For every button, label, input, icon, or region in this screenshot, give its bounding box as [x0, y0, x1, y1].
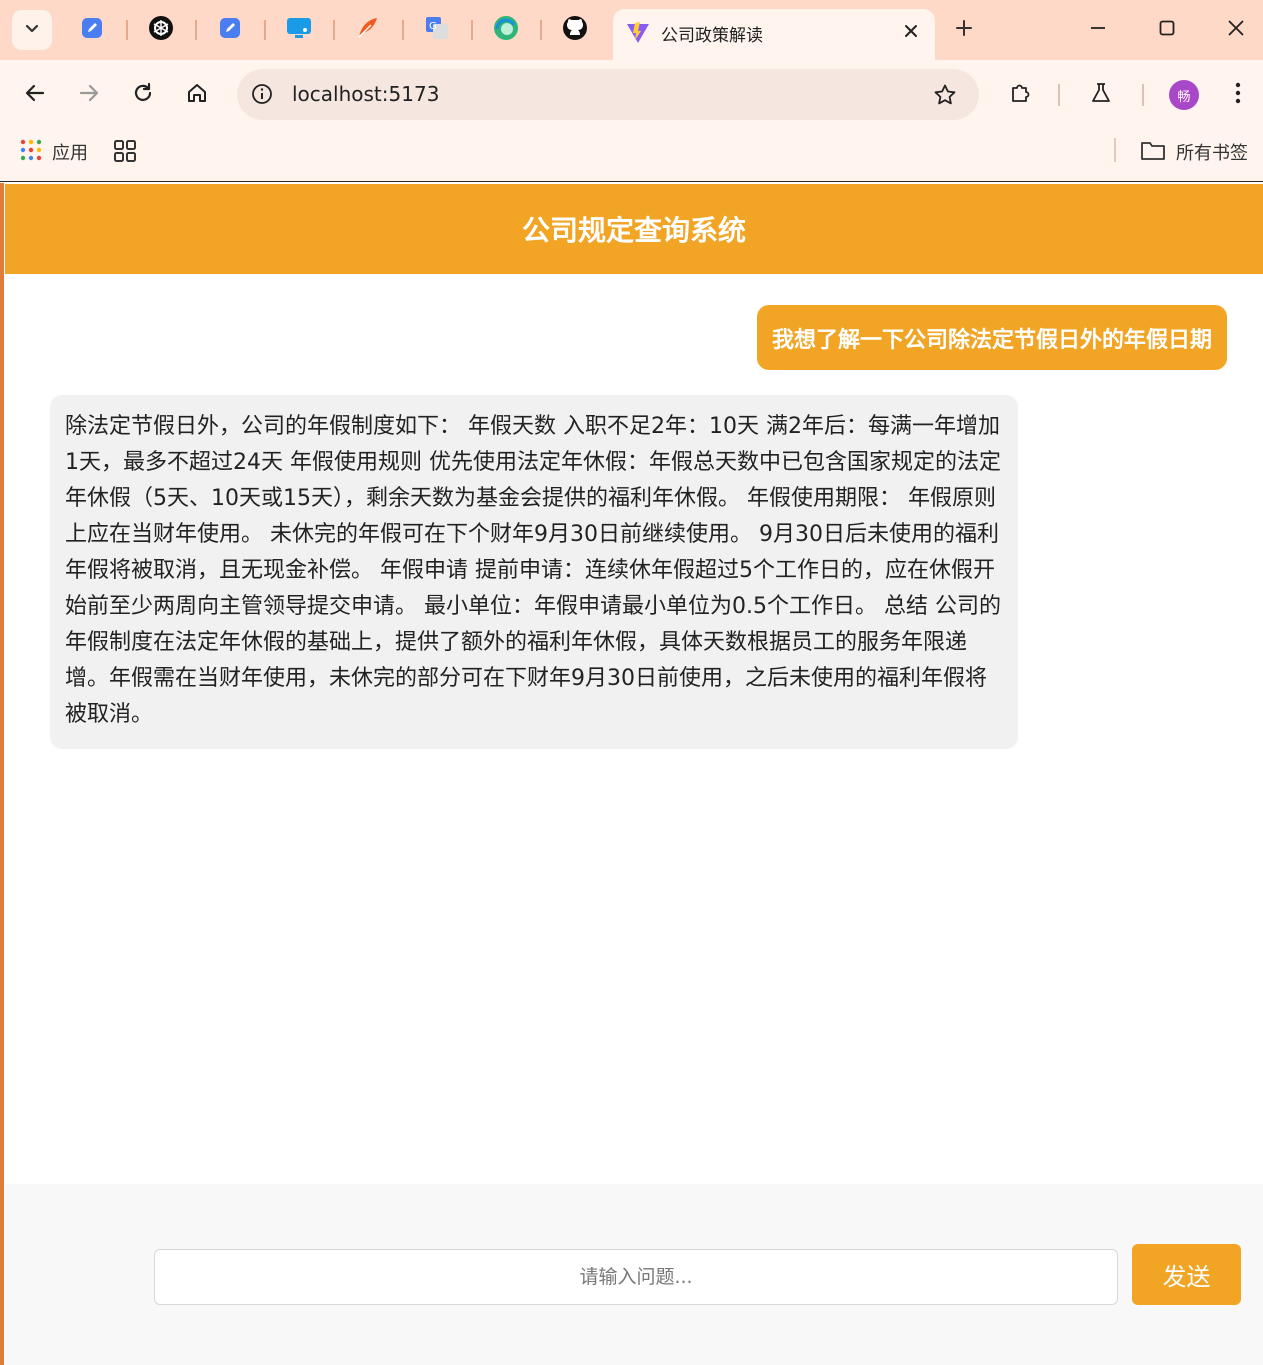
docs-icon — [218, 16, 242, 44]
apps-label: 应用 — [52, 143, 88, 164]
close-icon — [1228, 20, 1244, 40]
grid-icon — [113, 140, 137, 167]
new-tab-button[interactable] — [950, 16, 978, 44]
browser-toolbar: localhost:5173 畅 — [0, 60, 1263, 130]
active-tab[interactable]: 公司政策解读 — [613, 9, 935, 60]
arrow-right-icon — [78, 82, 100, 108]
puzzle-icon — [1009, 81, 1033, 109]
close-window-button[interactable] — [1220, 14, 1252, 46]
forward-button[interactable] — [71, 77, 107, 113]
url-text[interactable]: localhost:5173 — [292, 82, 439, 106]
extensions-button[interactable] — [1003, 77, 1039, 113]
pinned-tab-remote-desktop[interactable] — [283, 14, 315, 46]
all-bookmarks-label: 所有书签 — [1176, 143, 1248, 164]
arrow-left-icon — [24, 82, 46, 108]
user-message-bubble: 我想了解一下公司除法定节假日外的年假日期 — [756, 305, 1227, 370]
app-header: 公司规定查询系统 — [5, 184, 1263, 274]
tab-title: 公司政策解读 — [661, 26, 763, 46]
pinned-tab-feather[interactable] — [352, 14, 384, 46]
remote-desktop-icon — [286, 16, 312, 44]
plus-icon — [955, 19, 973, 41]
bot-message-bubble: 除法定节假日外，公司的年假制度如下： 年假天数 入职不足2年：10天 满2年后：… — [50, 395, 1018, 749]
send-button[interactable]: 发送 — [1132, 1244, 1241, 1305]
chatgpt-icon — [148, 15, 174, 45]
minimize-button[interactable] — [1082, 14, 1114, 46]
edge-icon — [493, 15, 519, 45]
page-content: 公司规定查询系统 我想了解一下公司除法定节假日外的年假日期 除法定节假日外，公司… — [0, 183, 1263, 1365]
minimize-icon — [1090, 20, 1106, 40]
bookmark-star-icon[interactable] — [931, 81, 959, 109]
pinned-tab-github[interactable] — [559, 14, 591, 46]
labs-button[interactable] — [1083, 77, 1119, 113]
tab-divider — [333, 20, 335, 40]
tab-bar: G 公司政策解读 — [0, 0, 1263, 60]
address-bar[interactable]: localhost:5173 — [237, 69, 979, 120]
home-button[interactable] — [179, 77, 215, 113]
all-bookmarks[interactable]: 所有书签 — [1140, 138, 1248, 166]
github-icon — [562, 15, 588, 45]
back-button[interactable] — [17, 77, 53, 113]
more-vertical-icon — [1235, 82, 1241, 108]
tab-divider — [471, 20, 473, 40]
home-icon — [186, 82, 208, 108]
translate-icon: G — [424, 15, 450, 45]
reload-button[interactable] — [125, 77, 161, 113]
close-tab-icon[interactable] — [899, 19, 923, 43]
tab-divider — [264, 20, 266, 40]
tab-divider — [540, 20, 542, 40]
docs-icon — [80, 16, 104, 44]
maximize-icon — [1159, 20, 1175, 40]
tab-divider — [126, 20, 128, 40]
feather-icon — [355, 15, 381, 45]
pinned-tab-edge[interactable] — [490, 14, 522, 46]
pinned-tab-docs-2[interactable] — [214, 14, 246, 46]
chat-input-area: 发送 — [5, 1184, 1263, 1365]
toolbar-divider — [1142, 84, 1144, 106]
reload-icon — [132, 82, 154, 108]
tab-search-button[interactable] — [12, 10, 52, 50]
apps-grid-icon — [20, 139, 42, 166]
toolbar-divider — [1058, 84, 1060, 106]
question-input[interactable] — [154, 1249, 1118, 1305]
tab-divider — [195, 20, 197, 40]
pinned-tab-chatgpt[interactable] — [145, 14, 177, 46]
pinned-tab-translate[interactable]: G — [421, 14, 453, 46]
bookmarks-bar: 应用 所有书签 — [0, 130, 1263, 182]
page-title: 公司规定查询系统 — [521, 214, 746, 247]
folder-icon — [1140, 139, 1166, 166]
profile-avatar[interactable]: 畅 — [1169, 80, 1199, 110]
vite-icon — [625, 20, 651, 50]
site-info-icon[interactable] — [249, 81, 275, 107]
svg-text:G: G — [429, 21, 437, 32]
flask-icon — [1089, 81, 1113, 109]
bookmarks-divider — [1114, 138, 1116, 162]
chevron-down-icon — [24, 20, 40, 40]
tab-groups-button[interactable] — [113, 139, 137, 167]
pinned-tab-docs[interactable] — [76, 14, 108, 46]
maximize-button[interactable] — [1151, 14, 1183, 46]
bookmark-apps[interactable]: 应用 — [20, 138, 88, 166]
tab-divider — [402, 20, 404, 40]
menu-button[interactable] — [1220, 77, 1256, 113]
